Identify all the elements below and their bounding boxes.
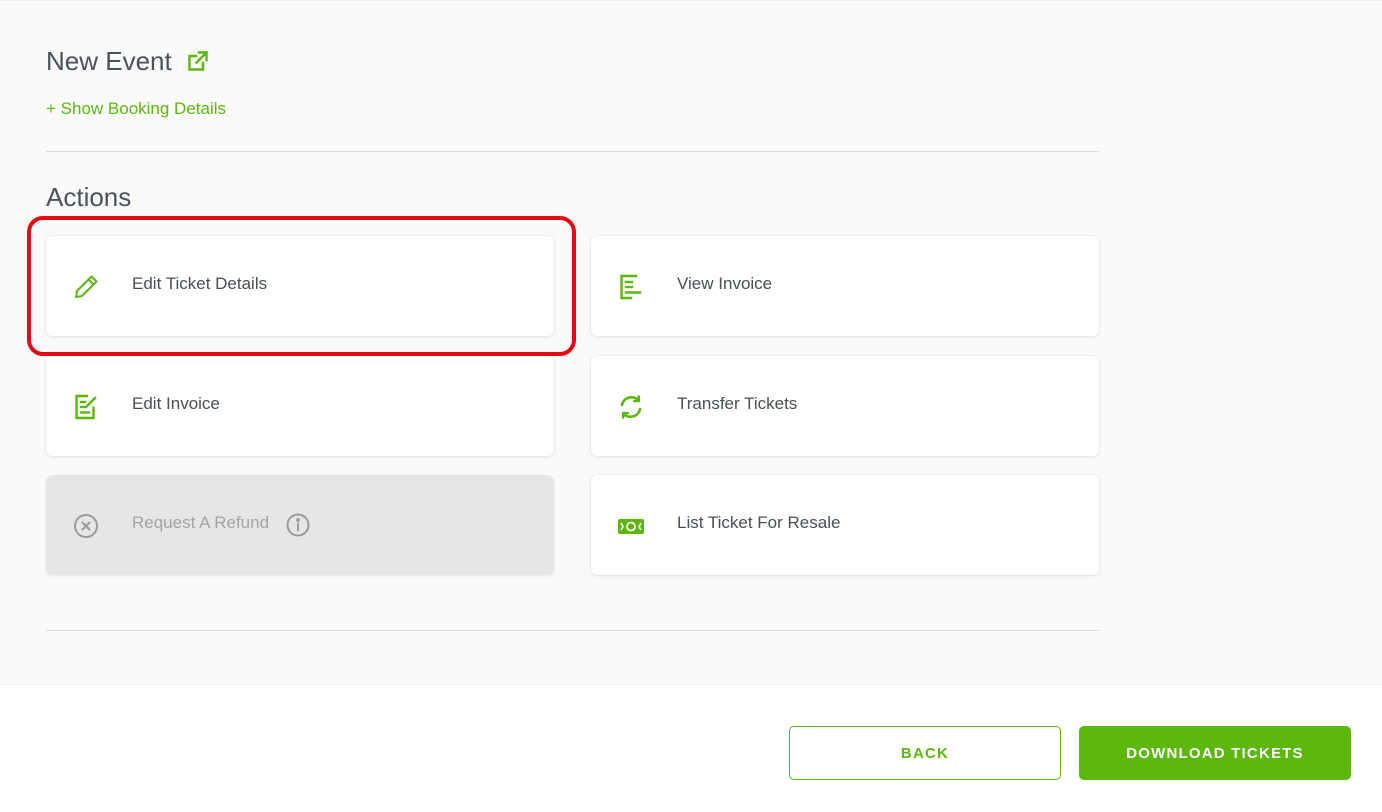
actions-heading: Actions (46, 182, 132, 212)
list-ticket-resale-card[interactable]: List Ticket For Resale (591, 475, 1099, 575)
external-link-icon[interactable] (186, 49, 210, 73)
refresh-icon (617, 393, 645, 421)
event-title: New Event (46, 45, 172, 76)
view-invoice-label: View Invoice (677, 274, 773, 293)
banknote-icon (617, 512, 645, 540)
back-button[interactable]: BACK (789, 726, 1061, 780)
request-refund-card: Request A Refund (46, 475, 554, 575)
top-divider (0, 0, 1382, 2)
info-icon[interactable] (286, 513, 310, 537)
edit-document-icon (72, 393, 100, 421)
section-divider (46, 630, 1099, 631)
edit-invoice-card[interactable]: Edit Invoice (46, 356, 554, 456)
transfer-tickets-card[interactable]: Transfer Tickets (591, 356, 1099, 456)
circle-x-icon (72, 512, 100, 540)
view-invoice-card[interactable]: View Invoice (591, 236, 1099, 336)
show-booking-details-link[interactable]: + Show Booking Details (46, 99, 226, 119)
pencil-icon (72, 273, 100, 301)
event-header: New Event (46, 44, 210, 78)
section-divider (46, 151, 1099, 152)
document-icon (617, 273, 645, 301)
edit-invoice-label: Edit Invoice (132, 394, 220, 413)
edit-ticket-details-label: Edit Ticket Details (132, 274, 268, 293)
list-ticket-resale-label: List Ticket For Resale (677, 513, 841, 532)
edit-ticket-details-card[interactable]: Edit Ticket Details (46, 236, 554, 336)
footer-bar: BACK DOWNLOAD TICKETS (0, 684, 1382, 812)
request-refund-label: Request A Refund (132, 513, 270, 532)
download-tickets-button[interactable]: DOWNLOAD TICKETS (1079, 726, 1351, 780)
transfer-tickets-label: Transfer Tickets (677, 394, 798, 413)
